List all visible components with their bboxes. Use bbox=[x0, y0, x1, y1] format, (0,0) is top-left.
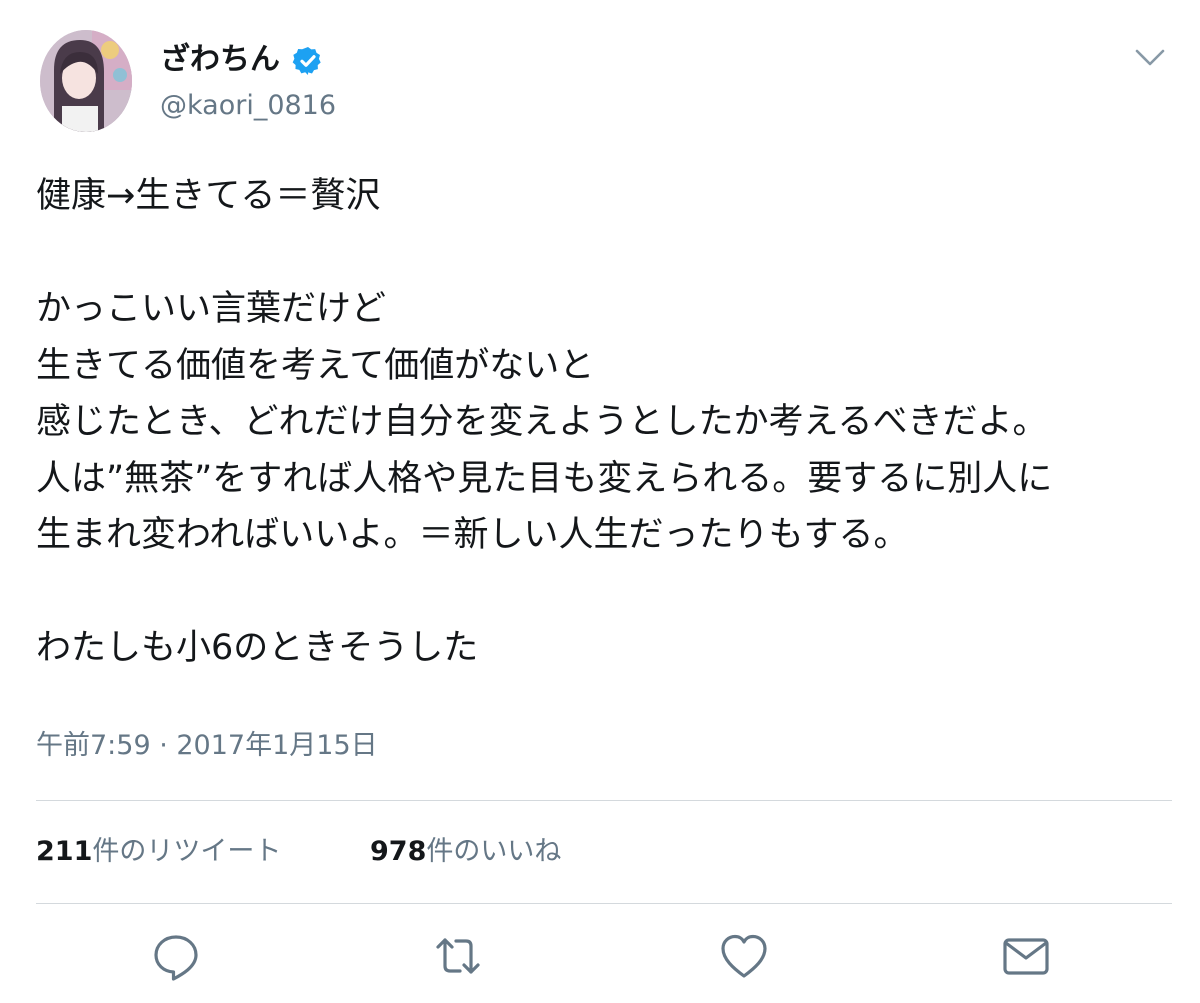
like-stats[interactable]: 978件のいいね bbox=[370, 832, 561, 872]
like-count-label: 件のいいね bbox=[426, 836, 562, 867]
tweet-line: わたしも小6のときそうした bbox=[36, 628, 479, 668]
tweet-timestamp[interactable]: 午前7:59 · 2017年1月15日 bbox=[36, 726, 378, 766]
tweet-line: 健康→生きてる＝贅沢 bbox=[36, 176, 381, 216]
tweet-line bbox=[36, 564, 1186, 621]
tweet-line bbox=[36, 225, 1186, 282]
retweet-arrows-icon bbox=[436, 938, 480, 974]
tweet-line: 人は”無茶”をすれば人格や見た目も変えられる。要するに別人に bbox=[36, 458, 1053, 499]
user-handle[interactable]: @kaori_0816 bbox=[160, 86, 336, 126]
retweet-count: 211 bbox=[36, 836, 93, 867]
tweet-text: 健康→生きてる＝贅沢 かっこいい言葉だけど 生きてる価値を考えて価値がないと 感… bbox=[36, 168, 1186, 677]
avatar[interactable] bbox=[40, 30, 132, 132]
tweet-line: 生まれ変わればいいよ。＝新しい人生だったりもする。 bbox=[36, 515, 909, 555]
reply-button[interactable] bbox=[148, 928, 204, 984]
retweet-count-label: 件のリツイート bbox=[92, 836, 282, 867]
tweet-line: かっこいい言葉だけど bbox=[36, 289, 387, 329]
retweet-stats[interactable]: 211件のリツイート bbox=[36, 832, 281, 872]
direct-message-button[interactable] bbox=[998, 928, 1054, 984]
like-count: 978 bbox=[370, 836, 427, 867]
display-name[interactable]: ざわちん bbox=[160, 38, 280, 82]
verified-badge-icon bbox=[292, 47, 321, 75]
divider bbox=[36, 800, 1172, 801]
tweet-line: 感じたとき、どれだけ自分を変えようとしたか考えるべきだよ。 bbox=[36, 402, 1048, 442]
reply-bubble-icon bbox=[154, 935, 198, 981]
heart-icon bbox=[721, 934, 767, 978]
divider bbox=[36, 903, 1172, 904]
retweet-button[interactable] bbox=[430, 928, 486, 984]
envelope-icon bbox=[1003, 938, 1049, 975]
chevron-down-icon[interactable] bbox=[1132, 42, 1168, 72]
tweet-line: 生きてる価値を考えて価値がないと bbox=[36, 345, 595, 386]
like-button[interactable] bbox=[716, 928, 772, 984]
